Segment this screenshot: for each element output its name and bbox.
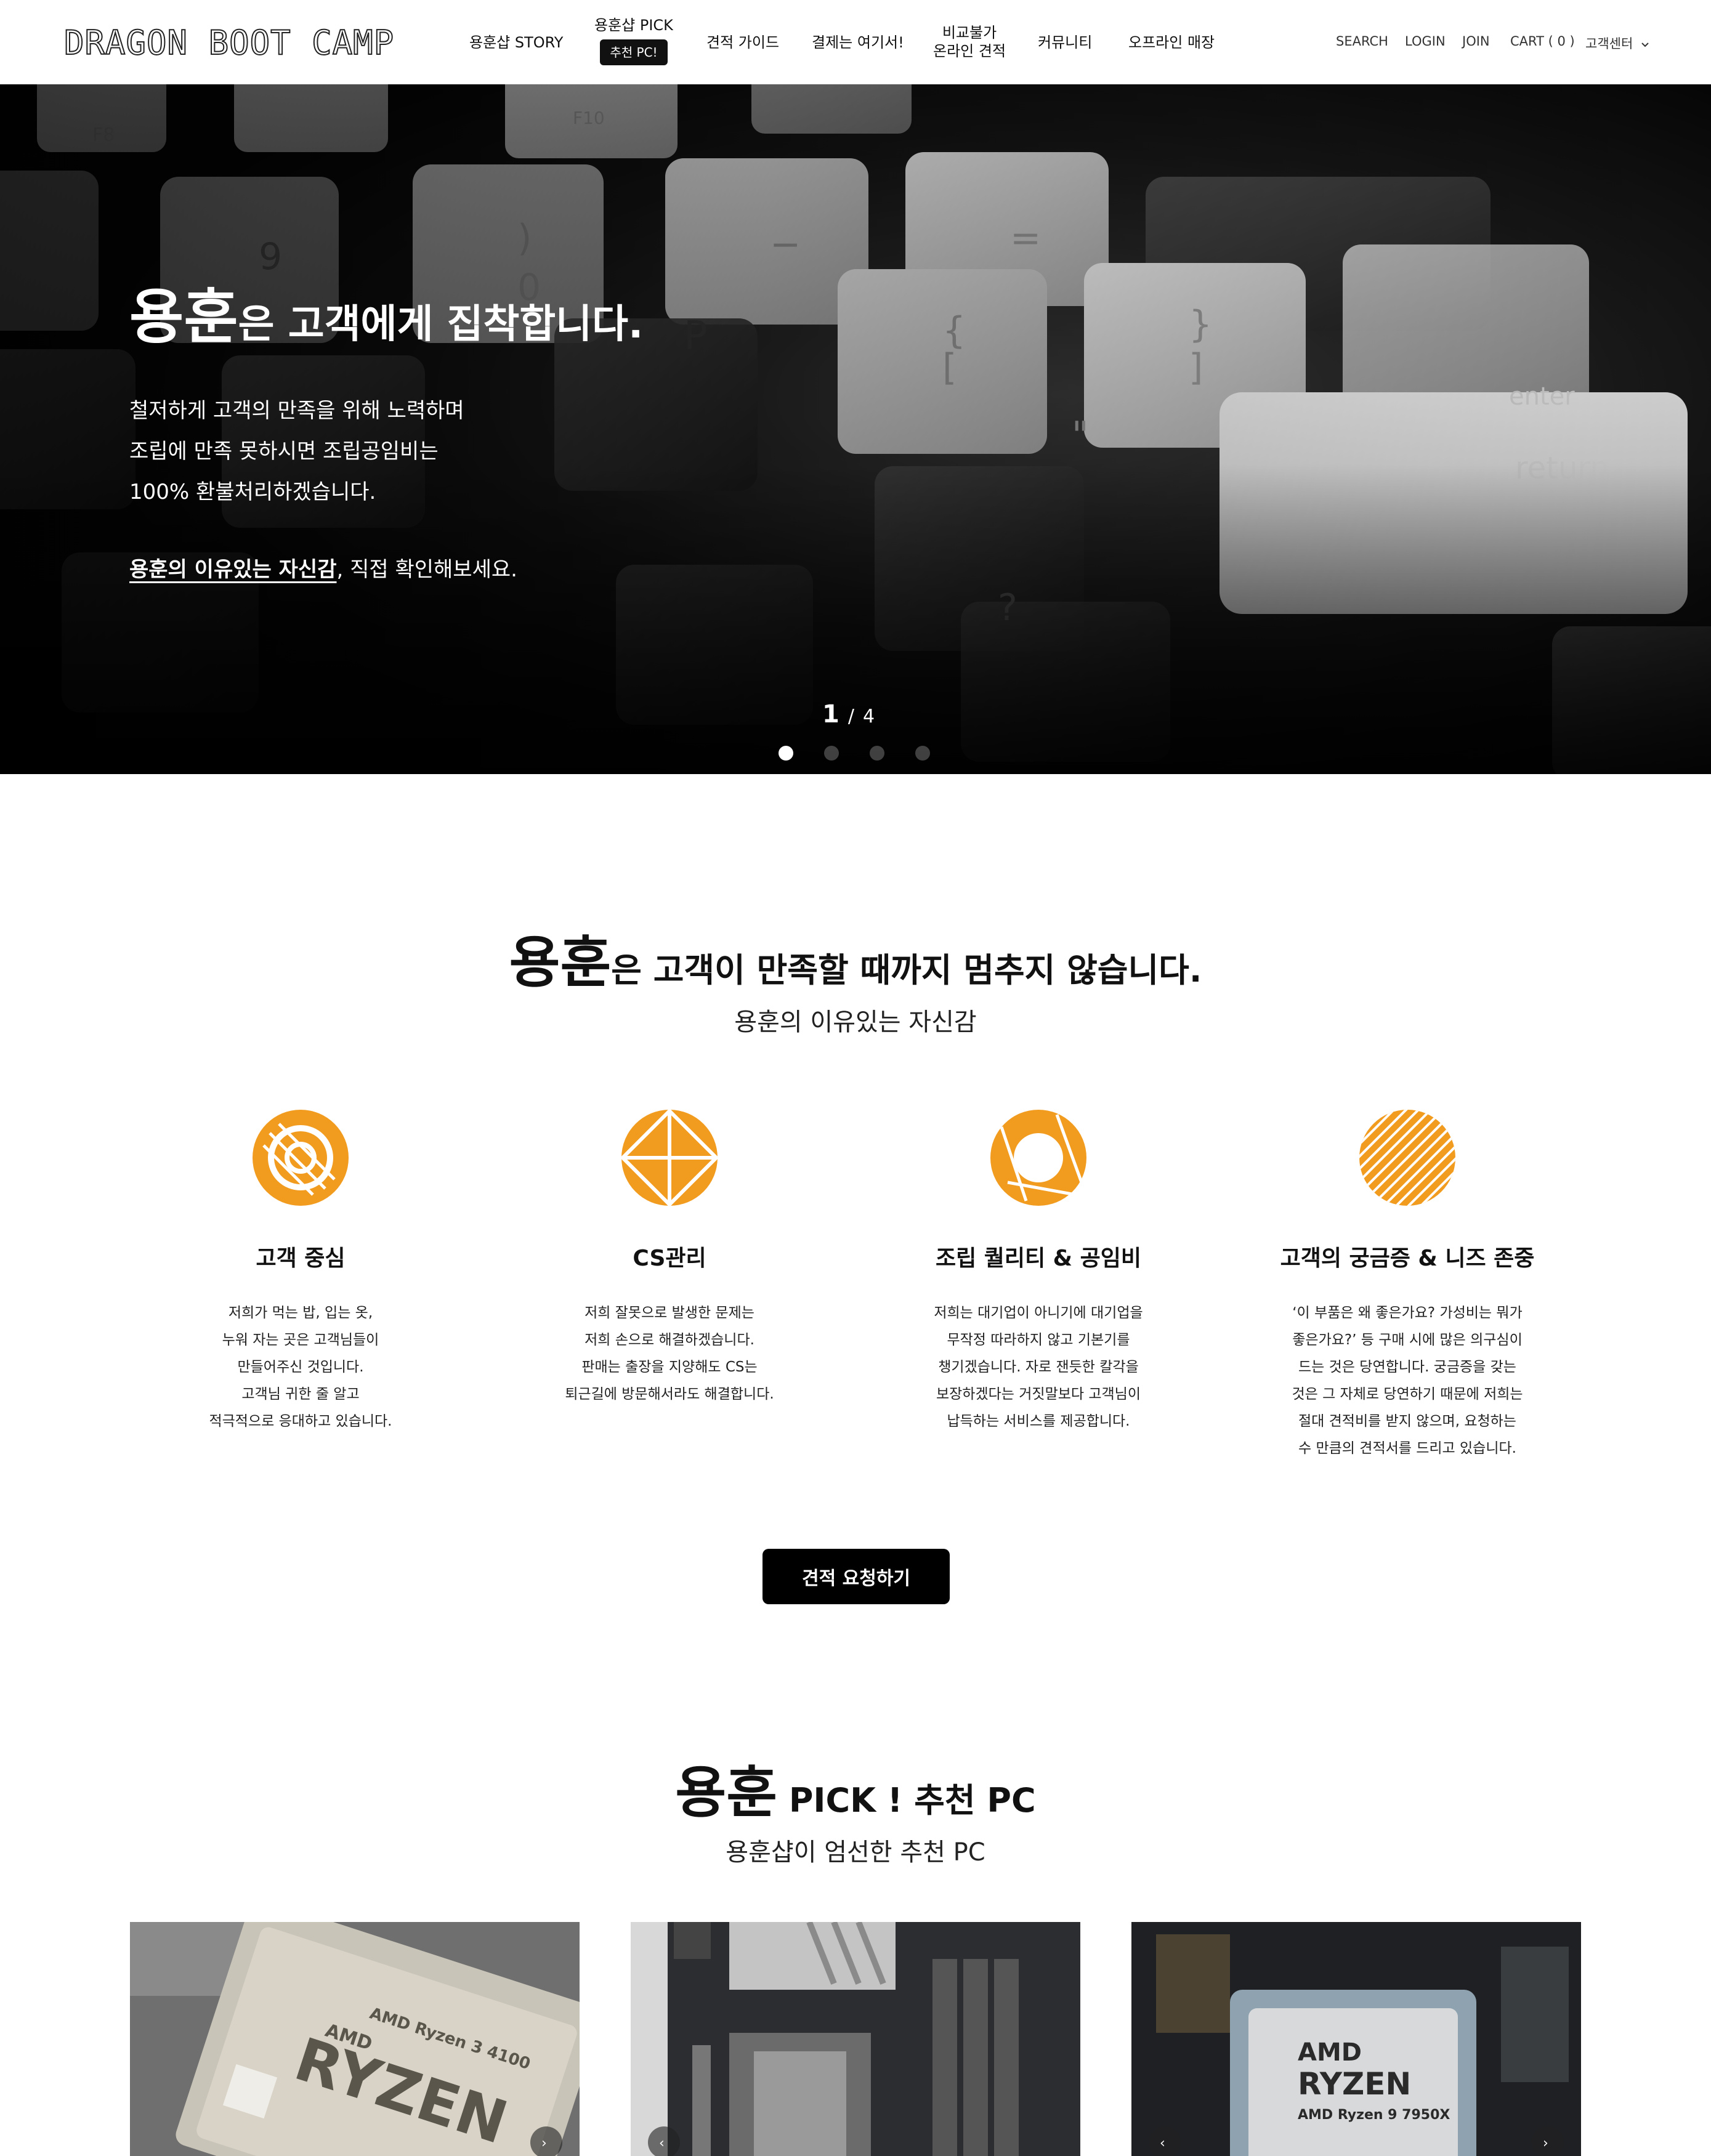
feature-line: 절대 견적비를 받지 않으며, 요청하는 [1298, 1413, 1516, 1429]
feature-line: 수 만큼의 견적서를 드리고 있습니다. [1298, 1440, 1516, 1456]
hero-desc-line: 철저하게 고객의 만족을 위해 노력하며 [129, 398, 464, 423]
nav-item-pick[interactable]: 용훈샵 PICK 추천 PC! [594, 16, 673, 65]
slide-dot[interactable] [824, 746, 839, 761]
feature-title: 조립 퀄리티 & 공임비 [936, 1246, 1141, 1271]
feature-line: 납득하는 서비스를 제공합니다. [947, 1413, 1130, 1429]
pick-card[interactable]: ‹ [631, 1922, 1080, 2156]
customer-center-menu[interactable]: 고객센터 [1585, 34, 1649, 52]
satisfaction-title-text: 은 고객이 만족할 때까지 멈추지 않습니다. [611, 951, 1202, 990]
feature-description: 저희 잘못으로 발생한 문제는 저희 손으로 해결하겠습니다. 판매는 출장을 … [509, 1299, 830, 1408]
nav-item-online-estimate-line1: 비교불가 [942, 24, 997, 41]
circle-diamond-icon [620, 1108, 719, 1207]
customer-center-label: 고객센터 [1585, 36, 1633, 51]
slide-current: 1 [822, 700, 839, 729]
cart-label: CART [1510, 34, 1544, 49]
slide-counter: 1 / 4 [822, 700, 875, 729]
nav-item-online-estimate-line2: 온라인 견적 [933, 42, 1006, 60]
feature-title: 고객 중심 [256, 1246, 346, 1271]
pick-badge[interactable]: 추천 PC! [600, 39, 668, 65]
feature-line: 저희 손으로 해결하겠습니다. [584, 1332, 754, 1348]
pick-card[interactable]: AMD RYZEN AMD Ryzen 9 7950X ‹ › [1131, 1922, 1581, 2156]
site-logo[interactable]: DRAGON BOOT CAMP [63, 23, 394, 63]
svg-text:‹: ‹ [659, 2136, 665, 2151]
card-chip-line: RYZEN [1298, 2066, 1411, 2102]
hero-cta-link[interactable]: 용훈의 이유있는 자신감 [129, 557, 336, 582]
feature-line: 적극적으로 응대하고 있습니다. [209, 1413, 392, 1429]
feature-line: 판매는 출장을 지양해도 CS는 [581, 1359, 758, 1375]
nav-item-online-estimate[interactable]: 비교불가 온라인 견적 [933, 23, 1006, 60]
login-link[interactable]: LOGIN [1405, 34, 1446, 49]
feature-line: ‘이 부품은 왜 좋은가요? 가성비는 뭐가 [1292, 1305, 1523, 1321]
hero-title-text: 은 고객에게 집착합니다. [238, 302, 644, 347]
nav-item-story[interactable]: 용훈샵 STORY [469, 33, 563, 52]
svg-text:›: › [1543, 2136, 1548, 2151]
pick-subtitle: 용훈샵이 엄선한 추천 PC [726, 1838, 985, 1867]
ring-icon [990, 1110, 1086, 1206]
feature-assembly-quality: 조립 퀄리티 & 공임비 저희는 대기업이 아니기에 대기업을 무작정 따라하지… [878, 1108, 1199, 1435]
hero-brand: 용훈 [129, 282, 238, 352]
nav-item-guide[interactable]: 견적 가이드 [706, 33, 779, 52]
hero-desc-line: 100% 환불처리하겠습니다. [129, 480, 376, 504]
site-header: DRAGON BOOT CAMP 용훈샵 STORY 용훈샵 PICK 추천 P… [0, 0, 1711, 84]
slide-separator: / [847, 706, 854, 727]
feature-line: 고객님 귀한 줄 알고 [241, 1386, 360, 1402]
circle-target-icon [253, 1110, 349, 1206]
hero-description: 철저하게 고객의 만족을 위해 노력하며 조립에 만족 못하시면 조립공임비는 … [129, 390, 464, 512]
card-chip-line: AMD Ryzen 9 7950X [1298, 2107, 1450, 2123]
hero-desc-line: 조립에 만족 못하시면 조립공임비는 [129, 439, 439, 464]
satisfaction-subtitle: 용훈의 이유있는 자신감 [734, 1008, 977, 1036]
feature-line: 것은 그 자체로 당연하기 때문에 저희는 [1292, 1386, 1523, 1402]
amd-ryzen-9-7950x-cpu-photo: AMD RYZEN AMD Ryzen 9 7950X ‹ › [1131, 1922, 1581, 2156]
feature-line: 만들어주신 것입니다. [237, 1359, 364, 1375]
slide-dot[interactable] [915, 746, 930, 761]
feature-line: 좋은가요?’ 등 구매 시에 많은 의구심이 [1292, 1332, 1523, 1348]
satisfaction-title: 용훈은 고객이 만족할 때까지 멈추지 않습니다. [0, 918, 1711, 998]
svg-text:‹: ‹ [1160, 2136, 1165, 2151]
feature-customer-focus: 고객 중심 저희가 먹는 밥, 입는 옷, 누워 자는 곳은 고객님들이 만들어… [140, 1108, 461, 1435]
nav-item-pick-label: 용훈샵 PICK [594, 17, 673, 34]
feature-description: 저희는 대기업이 아니기에 대기업을 무작정 따라하지 않고 기본기를 챙기겠습… [878, 1299, 1199, 1435]
feature-title: 고객의 궁금증 & 니즈 존중 [1280, 1246, 1535, 1271]
feature-line: 드는 것은 당연합니다. 궁금증을 갖는 [1298, 1359, 1516, 1375]
join-link[interactable]: JOIN [1462, 34, 1490, 49]
feature-description: 저희가 먹는 밥, 입는 옷, 누워 자는 곳은 고객님들이 만들어주신 것입니… [140, 1299, 461, 1435]
pick-title-text: PICK ! 추천 PC [777, 1781, 1036, 1820]
feature-line: 저희는 대기업이 아니기에 대기업을 [934, 1305, 1143, 1321]
pick-brand: 용훈 [675, 1760, 778, 1825]
slide-total: 4 [862, 706, 875, 727]
feature-title: CS관리 [633, 1246, 706, 1271]
feature-line: 퇴근길에 방문해서라도 해결합니다. [565, 1386, 774, 1402]
nav-item-offline-store[interactable]: 오프라인 매장 [1128, 33, 1215, 52]
hero-slider: F8 F10 − = ) 0 P { [ } ] enter return " … [0, 84, 1711, 774]
chevron-down-icon [1641, 42, 1649, 47]
card-chip-line: AMD [1298, 2038, 1362, 2067]
feature-line: 누워 자는 곳은 고객님들이 [222, 1332, 379, 1348]
request-quote-button[interactable]: 견적 요청하기 [762, 1549, 950, 1604]
feature-line: 저희가 먹는 밥, 입는 옷, [228, 1305, 373, 1321]
slide-dot[interactable] [779, 746, 793, 761]
amd-ryzen-3-4100-cpu-photo: AMD Ryzen 3 4100 AMD RYZEN › [130, 1922, 580, 2156]
feature-line: 무작정 따라하지 않고 기본기를 [947, 1332, 1130, 1348]
cart-link[interactable]: CART ( 0 ) [1510, 34, 1575, 49]
hero-cta-text: , 직접 확인해보세요. [336, 557, 517, 582]
slide-dot[interactable] [870, 746, 884, 761]
feature-line: 저희 잘못으로 발생한 문제는 [584, 1305, 754, 1321]
search-link[interactable]: SEARCH [1336, 34, 1388, 49]
satisfaction-brand: 용훈 [509, 930, 612, 995]
hero-title: 용훈은 고객에게 집착합니다. [129, 269, 643, 355]
pick-title: 용훈 PICK ! 추천 PC [0, 1748, 1711, 1828]
feature-description: ‘이 부품은 왜 좋은가요? 가성비는 뭐가 좋은가요?’ 등 구매 시에 많은… [1247, 1299, 1567, 1462]
nav-item-payment[interactable]: 결제는 여기서! [812, 33, 904, 52]
cart-count: ( 0 ) [1548, 34, 1575, 49]
feature-cs: CS관리 저희 잘못으로 발생한 문제는 저희 손으로 해결하겠습니다. 판매는… [509, 1108, 830, 1408]
pick-card[interactable]: AMD Ryzen 3 4100 AMD RYZEN › [130, 1922, 580, 2156]
svg-text:›: › [541, 2136, 547, 2151]
feature-line: 챙기겠습니다. 자로 잰듯한 칼각을 [938, 1359, 1139, 1375]
motherboard-socket-photo: ‹ [631, 1922, 1080, 2156]
hero-cta: 용훈의 이유있는 자신감, 직접 확인해보세요. [129, 552, 517, 583]
feature-needs-respect: 고객의 궁금증 & 니즈 존중 ‘이 부품은 왜 좋은가요? 가성비는 뭐가 좋… [1247, 1108, 1567, 1462]
nav-item-community[interactable]: 커뮤니티 [1038, 33, 1092, 52]
feature-line: 보장하겠다는 거짓말보다 고객님이 [936, 1386, 1141, 1402]
striped-circle-icon [1359, 1110, 1455, 1206]
